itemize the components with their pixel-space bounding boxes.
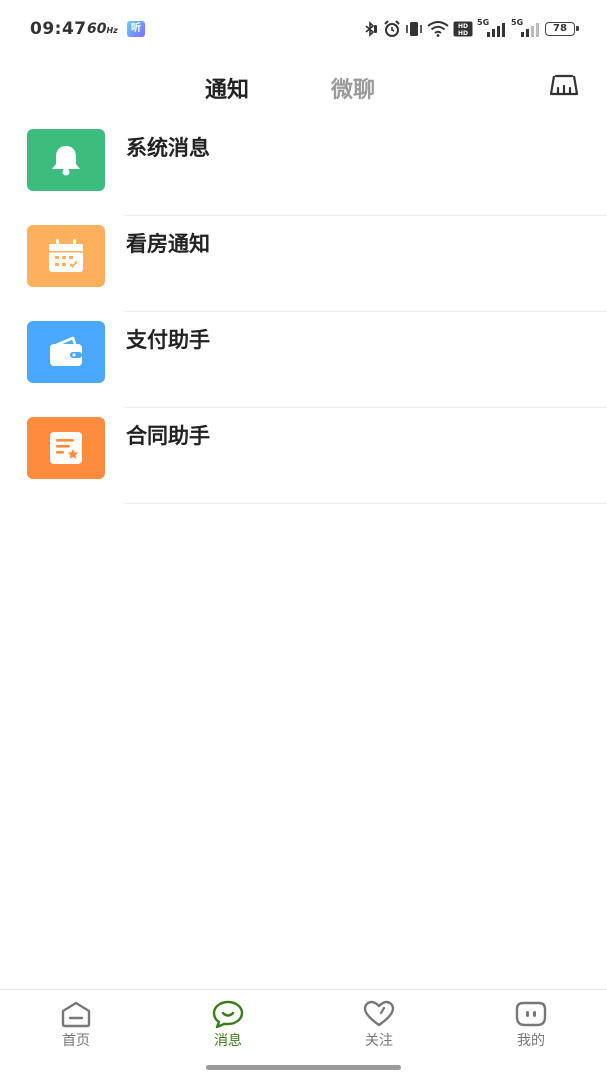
- profile-face-icon: [515, 1001, 547, 1027]
- divider: [124, 503, 607, 504]
- nav-label: 首页: [62, 1033, 90, 1049]
- nav-item-profile[interactable]: 我的: [491, 1000, 571, 1050]
- list-item-viewing-notice[interactable]: 看房通知: [0, 216, 607, 312]
- hd-icon: HDHD: [453, 21, 473, 37]
- top-tab-bar: 通知 微聊: [0, 58, 607, 120]
- nav-item-messages[interactable]: 消息: [188, 1000, 268, 1050]
- alarm-icon: [384, 20, 400, 37]
- list-item-label: 看房通知: [126, 232, 210, 256]
- signal-2-icon: 5G: [511, 18, 541, 38]
- nav-label: 我的: [517, 1033, 545, 1049]
- vibrate-icon: [406, 22, 422, 36]
- tab-wechat[interactable]: 微聊: [331, 72, 375, 104]
- message-icon: [212, 1000, 244, 1028]
- nav-item-follow[interactable]: 关注: [339, 1000, 419, 1050]
- list-item-label: 系统消息: [126, 136, 210, 160]
- status-time: 09:47: [30, 19, 87, 39]
- app-badge-icon: 听: [127, 21, 145, 37]
- bluetooth-icon: [365, 21, 377, 37]
- calendar-icon: [27, 225, 105, 287]
- nav-label: 消息: [214, 1033, 242, 1049]
- status-icons: HD HD 5G 5G 78: [363, 18, 579, 40]
- broom-clean-icon[interactable]: [546, 70, 582, 100]
- nav-item-home[interactable]: 首页: [36, 1000, 116, 1050]
- status-bar: 09:47 60Hz 听 HD HD 5G 5G 78: [0, 0, 607, 58]
- contract-icon: [27, 417, 105, 479]
- svg-text:HD: HD: [458, 30, 468, 37]
- list-item-label: 支付助手: [126, 328, 210, 352]
- battery-icon: 78: [545, 22, 579, 36]
- refresh-rate: 60Hz: [87, 21, 118, 37]
- list-item-label: 合同助手: [126, 424, 210, 448]
- bell-icon: [27, 129, 105, 191]
- notification-list: 系统消息 看房通知 支付助手 合同助手: [0, 120, 607, 504]
- tab-notifications[interactable]: 通知: [205, 72, 249, 104]
- svg-text:HD: HD: [458, 23, 468, 30]
- home-indicator[interactable]: [206, 1065, 401, 1070]
- heart-icon: [363, 1000, 395, 1027]
- nav-label: 关注: [365, 1033, 393, 1049]
- signal-1-icon: 5G: [477, 18, 507, 38]
- list-item-system-messages[interactable]: 系统消息: [0, 120, 607, 216]
- list-item-payment-assistant[interactable]: 支付助手: [0, 312, 607, 408]
- home-icon: [61, 1001, 91, 1028]
- wallet-icon: [27, 321, 105, 383]
- wifi-icon: [427, 21, 449, 37]
- list-item-contract-assistant[interactable]: 合同助手: [0, 408, 607, 504]
